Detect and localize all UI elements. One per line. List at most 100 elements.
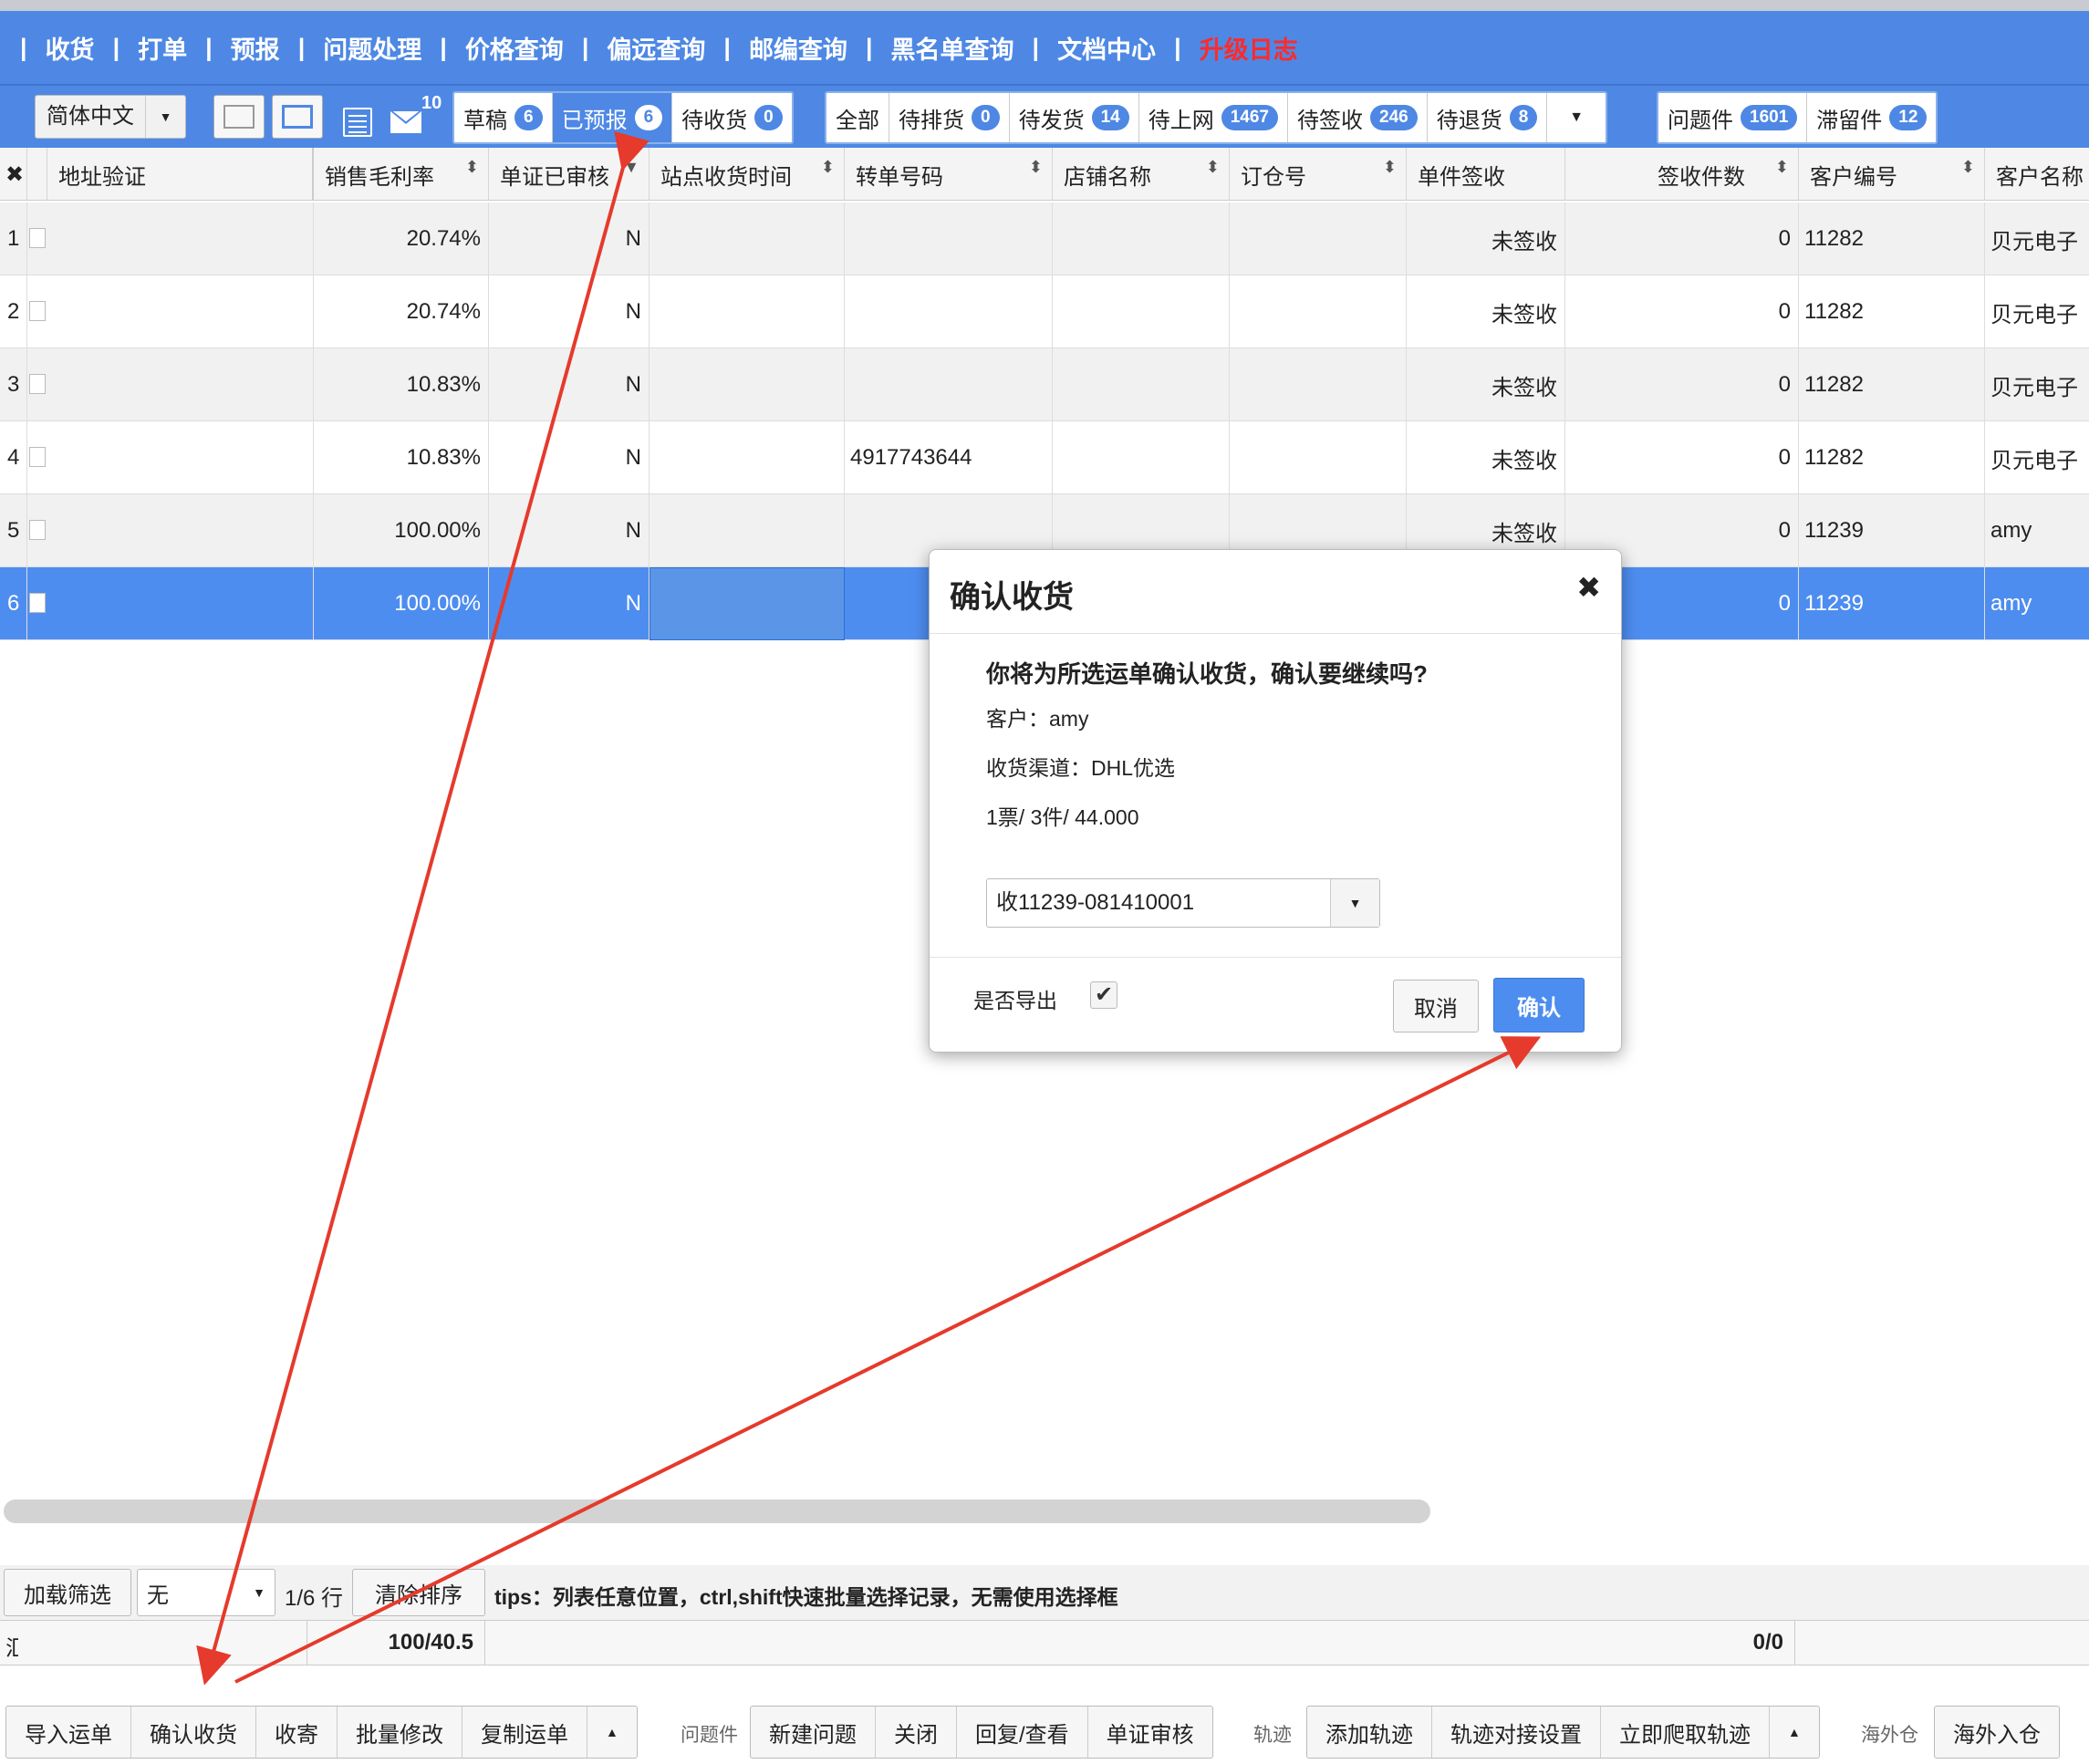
cancel-button[interactable]: 取消 [1393,980,1479,1032]
table-row[interactable]: 3 10.83% N 未签收 0 11282 贝元电子 [0,348,2089,421]
nav-docs[interactable]: 文档中心 [1057,30,1156,66]
mail-count: 10 [421,93,442,113]
single-view-button[interactable] [213,95,265,139]
tab-stranded[interactable]: 滞留件 12 [1807,93,1936,142]
col-sign-count[interactable]: 签收件数 ⬍ [1565,148,1799,201]
row-checkbox[interactable] [29,447,46,467]
nav-upgrade-log[interactable]: 升级日志 [1200,30,1298,66]
nav-issues[interactable]: 问题处理 [323,30,421,66]
cell-booking-number [1230,275,1407,348]
new-problem-button[interactable]: 新建问题 [751,1707,876,1758]
cell-shop-name [1053,202,1230,275]
nav-zip-query[interactable]: 邮编查询 [749,30,847,66]
nav-remote-query[interactable]: 偏远查询 [607,30,705,66]
col-station-receive-time[interactable]: 站点收货时间 ⬍ [650,148,845,201]
col-single-sign[interactable]: 单件签收 [1407,148,1565,201]
table-row[interactable]: 2 20.74% N 未签收 0 11282 贝元电子 [0,275,2089,348]
nav-receive[interactable]: 收货 [46,30,95,66]
col-customer-name[interactable]: 客户名称 [1985,148,2089,201]
dialog-question: 你将为所选运单确认收货，确认要继续吗? [986,660,1428,688]
count-badge: 6 [514,105,543,130]
pin-icon[interactable]: ✖ [0,148,27,201]
nav-separator: | [581,33,589,61]
table-row[interactable]: 1 20.74% N 未签收 0 11282 贝元电子 [0,202,2089,275]
tab-problem[interactable]: 问题件 1601 [1658,93,1808,142]
tab-pending-receive[interactable]: 待收货 0 [672,93,792,142]
close-icon[interactable]: ✖ [1576,570,1601,605]
nav-separator: | [865,33,873,61]
tab-pending-ship[interactable]: 待发货 14 [1010,93,1139,142]
column-label: 销售毛利率 [325,164,434,190]
select-all-checkbox[interactable] [27,148,47,201]
doc-audit-button[interactable]: 单证审核 [1088,1707,1212,1758]
import-waybill-button[interactable]: 导入运单 [6,1707,131,1758]
mail-icon[interactable] [390,111,421,133]
nav-print[interactable]: 打单 [138,30,187,66]
close-problem-button[interactable]: 关闭 [876,1707,957,1758]
language-select[interactable]: 简体中文 ▼ [35,95,186,139]
row-checkbox[interactable] [29,374,46,394]
tab-pending-return[interactable]: 待退货 8 [1428,93,1548,142]
filter-select[interactable]: 无 ▼ [137,1569,275,1616]
more-track-button[interactable]: ▲ [1770,1707,1819,1758]
col-transfer-number[interactable]: 转单号码 ⬍ [845,148,1053,201]
tab-pending-sign[interactable]: 待签收 246 [1288,93,1428,142]
cell-transfer-number [845,275,1053,348]
col-booking-number[interactable]: 订仓号 ⬍ [1230,148,1407,201]
count-badge: 246 [1370,105,1418,130]
tab-forecasted[interactable]: 已预报 6 [552,93,673,142]
receipt-batch-select[interactable]: 收11239-081410001 ▼ [986,878,1380,928]
nav-blacklist-query[interactable]: 黑名单查询 [891,30,1014,66]
cell-docs-audited: N [489,275,650,348]
export-checkbox[interactable]: ✔ [1090,981,1117,1009]
col-docs-audited[interactable]: 单证已审核 ▼ [489,148,650,201]
crawl-track-button[interactable]: 立即爬取轨迹 [1601,1707,1770,1758]
nav-price-query[interactable]: 价格查询 [465,30,564,66]
column-label: 单证已审核 [500,164,609,190]
tab-label: 全部 [836,108,879,133]
row-checkbox[interactable] [29,301,46,321]
cell-single-sign: 未签收 [1407,202,1565,275]
track-integration-button[interactable]: 轨迹对接设置 [1432,1707,1601,1758]
reply-view-button[interactable]: 回复/查看 [957,1707,1088,1758]
tab-pending-online[interactable]: 待上网 1467 [1139,93,1288,142]
col-sales-margin[interactable]: 销售毛利率 ⬍ [314,148,489,201]
row-checkbox[interactable] [29,520,46,540]
copy-waybill-button[interactable]: 复制运单 [462,1707,587,1758]
cell-shop-name [1053,421,1230,494]
row-checkbox[interactable] [29,593,46,613]
cell-sign-count: 0 [1565,421,1799,494]
summary-row: 汇 100/40.5 0/0 [0,1620,2089,1665]
overseas-inbound-button[interactable]: 海外入仓 [1935,1707,2059,1758]
col-customer-number[interactable]: 客户编号 ⬍ [1799,148,1985,201]
col-address-verify[interactable]: 地址验证 [47,148,314,201]
table-row[interactable]: 4 10.83% N 4917743644 未签收 0 11282 贝元电子 [0,421,2089,494]
nav-separator: | [1032,33,1040,61]
clear-sort-button[interactable]: 清除排序 [352,1569,485,1616]
mail-receive-button[interactable]: 收寄 [256,1707,338,1758]
column-label: 转单号码 [856,164,943,190]
tab-label: 问题件 [1668,108,1733,133]
load-filter-button[interactable]: 加载筛选 [4,1569,131,1616]
horizontal-scrollbar[interactable] [4,1499,1430,1523]
row-checkbox[interactable] [29,228,46,248]
add-track-button[interactable]: 添加轨迹 [1307,1707,1432,1758]
more-tabs-dropdown[interactable]: ▼ [1547,93,1606,142]
more-actions-button[interactable]: ▲ [587,1707,637,1758]
confirm-button[interactable]: 确认 [1493,978,1585,1032]
nav-forecast[interactable]: 预报 [231,30,280,66]
batch-edit-button[interactable]: 批量修改 [338,1707,462,1758]
tab-all[interactable]: 全部 [826,93,889,142]
confirm-receive-button[interactable]: 确认收货 [131,1707,256,1758]
overseas-actions: 海外入仓 [1934,1706,2060,1759]
tab-draft[interactable]: 草稿 6 [454,93,553,142]
cell-customer-number: 11282 [1799,421,1985,494]
col-shop-name[interactable]: 店铺名称 ⬍ [1053,148,1230,201]
count-badge: 1601 [1741,105,1798,130]
tab-pending-arrange[interactable]: 待排货 0 [889,93,1010,142]
cell-station-receive-time[interactable] [650,567,845,640]
cell-customer-name: 贝元电子 [1985,348,2089,421]
full-view-button[interactable] [272,95,323,139]
problem-section-label: 问题件 [681,1725,738,1746]
list-icon[interactable] [343,108,372,137]
